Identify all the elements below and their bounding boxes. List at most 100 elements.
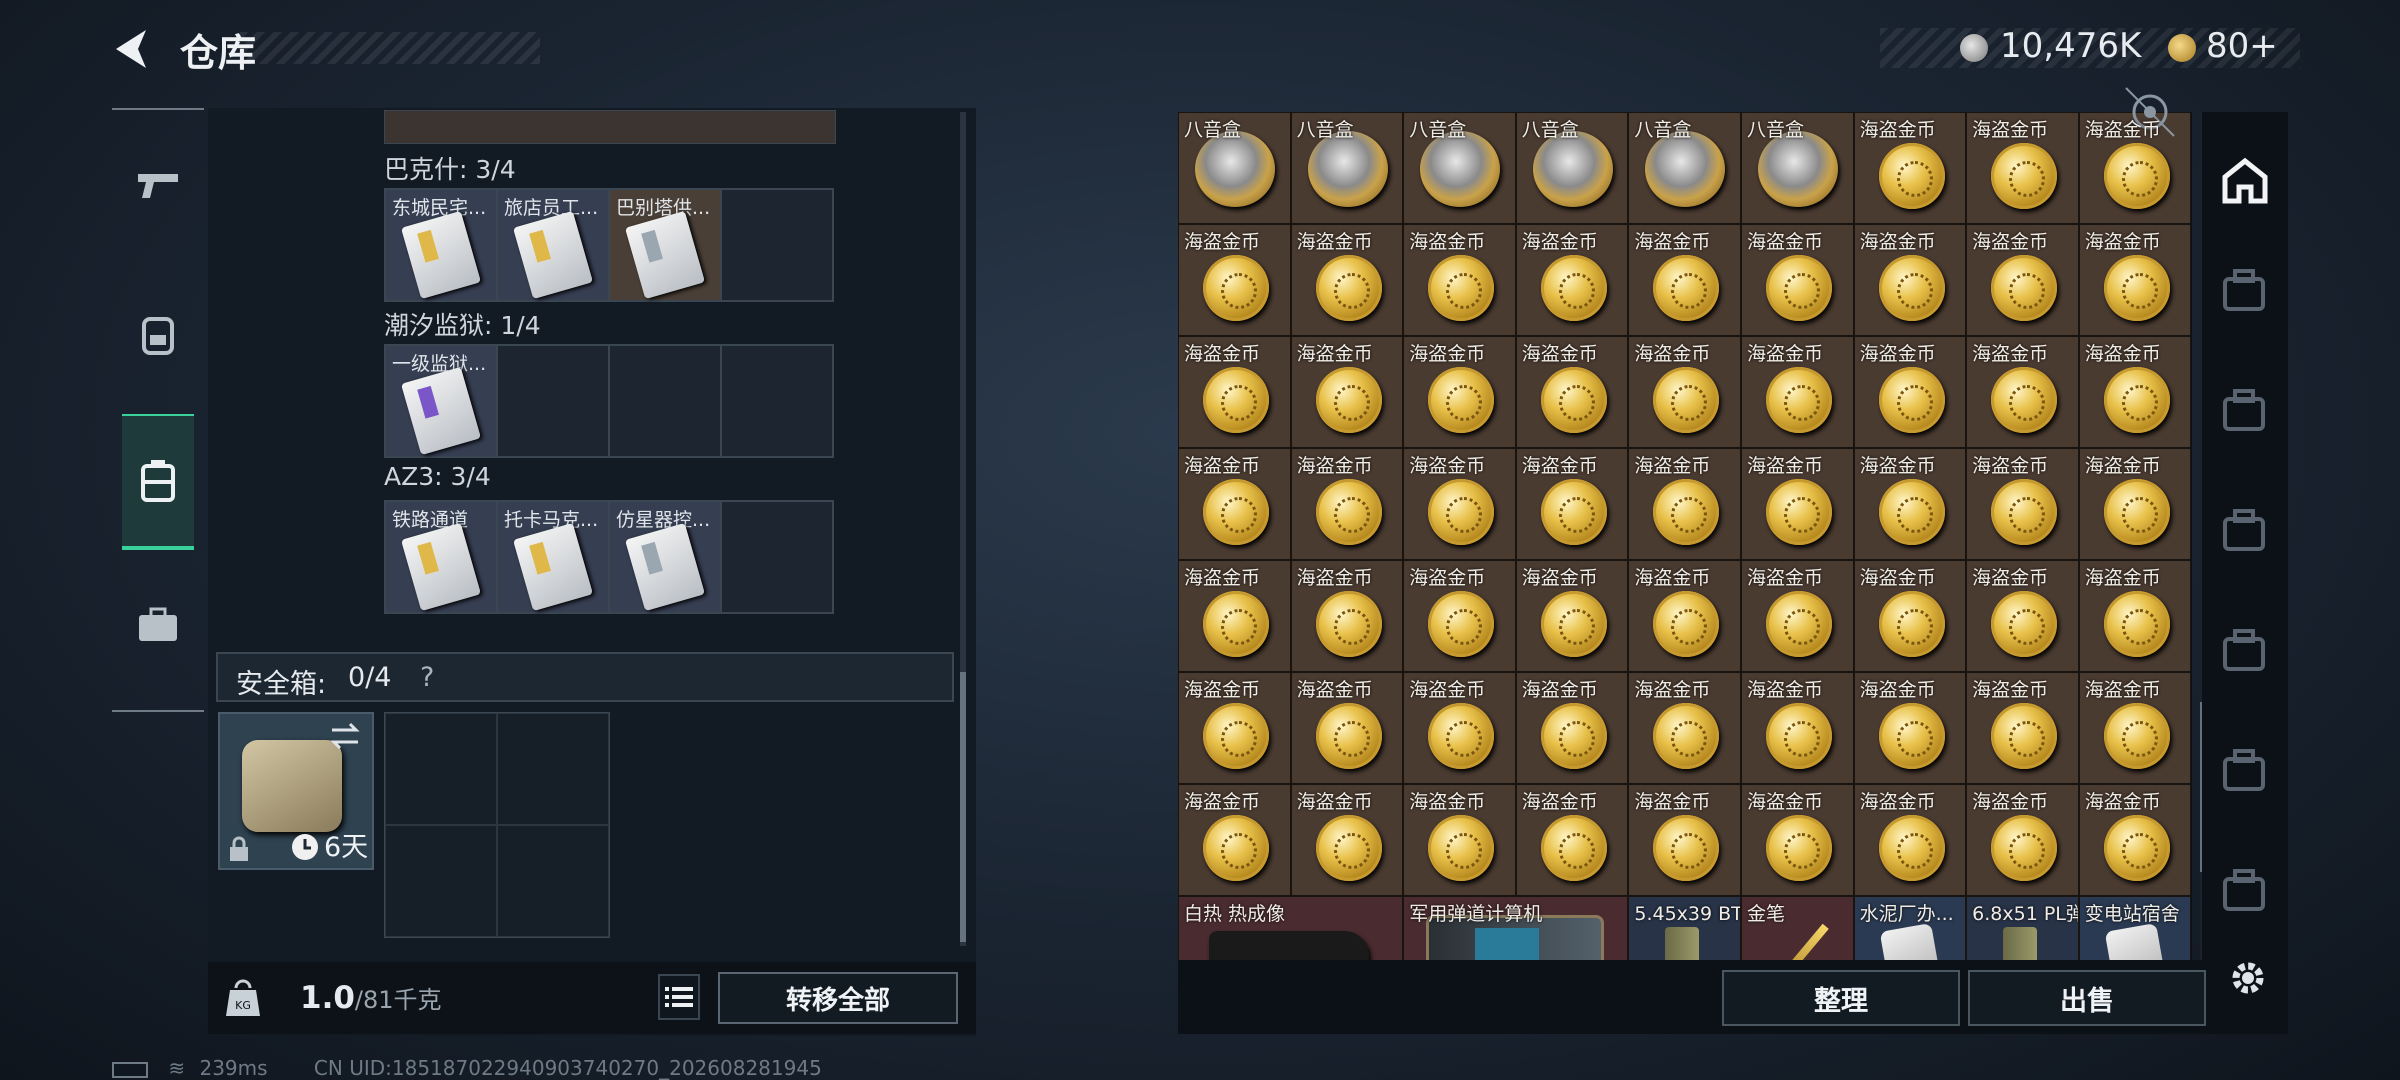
- stash-item[interactable]: 军用弹道计算机: [1403, 896, 1629, 960]
- stash-item[interactable]: 海盗金币: [2078, 672, 2192, 784]
- help-icon[interactable]: ?: [420, 662, 434, 693]
- stash-item[interactable]: 海盗金币: [1853, 112, 1967, 224]
- stash-item[interactable]: 海盗金币: [1740, 448, 1854, 560]
- stash-item[interactable]: 海盗金币: [1178, 672, 1291, 784]
- stash-item[interactable]: 海盗金币: [1515, 448, 1629, 560]
- stash-tab-5[interactable]: [2216, 622, 2274, 680]
- stash-item[interactable]: 海盗金币: [2078, 784, 2192, 896]
- stash-item[interactable]: 海盗金币: [1403, 560, 1516, 672]
- stash-item[interactable]: 海盗金币: [1628, 560, 1741, 672]
- stash-tab-2[interactable]: [2216, 262, 2274, 320]
- stash-item[interactable]: 海盗金币: [1178, 784, 1291, 896]
- stash-item[interactable]: 海盗金币: [1628, 784, 1741, 896]
- stash-item[interactable]: 海盗金币: [1853, 560, 1967, 672]
- stash-item[interactable]: 海盗金币: [1178, 560, 1291, 672]
- left-scrollbar[interactable]: [960, 112, 966, 946]
- transfer-all-button[interactable]: 转移全部: [718, 972, 958, 1024]
- stash-item[interactable]: 海盗金币: [1628, 448, 1741, 560]
- stash-tab-1[interactable]: [2216, 152, 2274, 210]
- stash-item[interactable]: 5.45x39 BT弹60: [1628, 896, 1741, 960]
- empty-slot[interactable]: [497, 345, 609, 457]
- stash-item[interactable]: 水泥厂办...: [1853, 896, 1967, 960]
- safe-slot[interactable]: [385, 825, 497, 937]
- empty-slot[interactable]: [721, 501, 833, 613]
- swap-icon[interactable]: [328, 722, 362, 750]
- stash-item[interactable]: 海盗金币: [1290, 672, 1404, 784]
- stash-item[interactable]: 海盗金币: [1966, 112, 2079, 224]
- stash-item[interactable]: 海盗金币: [1966, 336, 2079, 448]
- stash-tab-4[interactable]: [2216, 502, 2274, 560]
- gear-tab[interactable]: [122, 290, 194, 380]
- settings-button[interactable]: [2220, 950, 2276, 1006]
- stash-item[interactable]: 海盗金币: [1290, 560, 1404, 672]
- stash-item[interactable]: 海盗金币: [1740, 336, 1854, 448]
- stash-item[interactable]: 6.8x51 PL弹90: [1966, 896, 2079, 960]
- stash-item[interactable]: 海盗金币: [1966, 784, 2079, 896]
- stash-item[interactable]: 海盗金币: [2078, 560, 2192, 672]
- list-view-button[interactable]: [658, 974, 700, 1020]
- empty-slot[interactable]: [721, 345, 833, 457]
- safe-slot[interactable]: [497, 825, 609, 937]
- stash-item[interactable]: 白热 热成像: [1178, 896, 1404, 960]
- stash-item[interactable]: 海盗金币: [1740, 224, 1854, 336]
- stash-item[interactable]: 海盗金币: [1290, 336, 1404, 448]
- stash-item[interactable]: 海盗金币: [1178, 336, 1291, 448]
- stash-item[interactable]: 海盗金币: [1853, 784, 1967, 896]
- stash-item[interactable]: 海盗金币: [1178, 224, 1291, 336]
- stash-item[interactable]: 八音盒: [1515, 112, 1629, 224]
- stash-item[interactable]: 海盗金币: [2078, 336, 2192, 448]
- stash-item[interactable]: 八音盒: [1740, 112, 1854, 224]
- key-slot[interactable]: 铁路通道: [385, 501, 497, 613]
- safe-slot[interactable]: [385, 713, 497, 825]
- key-slot[interactable]: 一级监狱...: [385, 345, 497, 457]
- stash-item[interactable]: 海盗金币: [1853, 672, 1967, 784]
- stash-item[interactable]: 金笔: [1740, 896, 1854, 960]
- stash-item[interactable]: 八音盒: [1403, 112, 1516, 224]
- stash-tab-6[interactable]: [2216, 742, 2274, 800]
- stash-item[interactable]: 八音盒: [1178, 112, 1291, 224]
- sell-button[interactable]: 出售: [1968, 970, 2206, 1026]
- key-slot[interactable]: 仿星器控...: [609, 501, 721, 613]
- stash-item[interactable]: 海盗金币: [1403, 224, 1516, 336]
- stash-item[interactable]: 海盗金币: [1628, 224, 1741, 336]
- stash-item[interactable]: 海盗金币: [1403, 336, 1516, 448]
- safe-box-item[interactable]: 6天: [218, 712, 374, 870]
- stash-item[interactable]: 海盗金币: [1403, 672, 1516, 784]
- key-slot[interactable]: 托卡马克...: [497, 501, 609, 613]
- stash-item[interactable]: 海盗金币: [2078, 224, 2192, 336]
- stash-item[interactable]: 海盗金币: [1403, 448, 1516, 560]
- empty-slot[interactable]: [721, 189, 833, 301]
- gold-currency-value[interactable]: 80+: [2206, 26, 2278, 66]
- stash-item[interactable]: 变电站宿舍: [2078, 896, 2192, 960]
- stash-item[interactable]: 海盗金币: [1966, 672, 2079, 784]
- stash-tab-7[interactable]: [2216, 862, 2274, 920]
- safe-slot[interactable]: [497, 713, 609, 825]
- stash-item[interactable]: 海盗金币: [1740, 560, 1854, 672]
- stash-item[interactable]: 海盗金币: [1178, 448, 1291, 560]
- stash-item[interactable]: 海盗金币: [1515, 560, 1629, 672]
- stash-item[interactable]: 海盗金币: [1966, 560, 2079, 672]
- stash-item[interactable]: 海盗金币: [1628, 336, 1741, 448]
- stash-item[interactable]: 海盗金币: [1853, 448, 1967, 560]
- weapon-tab[interactable]: [122, 140, 194, 230]
- key-slot[interactable]: 旅店员工...: [497, 189, 609, 301]
- stash-item[interactable]: 海盗金币: [1515, 224, 1629, 336]
- stash-item[interactable]: 海盗金币: [1853, 224, 1967, 336]
- organize-button[interactable]: 整理: [1722, 970, 1960, 1026]
- stash-item[interactable]: 海盗金币: [1740, 672, 1854, 784]
- stash-item[interactable]: 海盗金币: [1966, 224, 2079, 336]
- stash-item[interactable]: 海盗金币: [1515, 672, 1629, 784]
- stash-item[interactable]: 海盗金币: [1740, 784, 1854, 896]
- stash-item[interactable]: 海盗金币: [1966, 448, 2079, 560]
- stash-item[interactable]: 八音盒: [1628, 112, 1741, 224]
- stash-item[interactable]: 八音盒: [1290, 112, 1404, 224]
- key-slot[interactable]: 东城民宅...: [385, 189, 497, 301]
- stash-item[interactable]: 海盗金币: [1515, 336, 1629, 448]
- toolbox-tab[interactable]: [122, 580, 194, 670]
- stash-item[interactable]: 海盗金币: [1853, 336, 1967, 448]
- stash-item[interactable]: 海盗金币: [1403, 784, 1516, 896]
- stash-item[interactable]: 海盗金币: [2078, 448, 2192, 560]
- stash-item[interactable]: 海盗金币: [1290, 784, 1404, 896]
- stash-item[interactable]: 海盗金币: [1290, 448, 1404, 560]
- stash-item[interactable]: 海盗金币: [1628, 672, 1741, 784]
